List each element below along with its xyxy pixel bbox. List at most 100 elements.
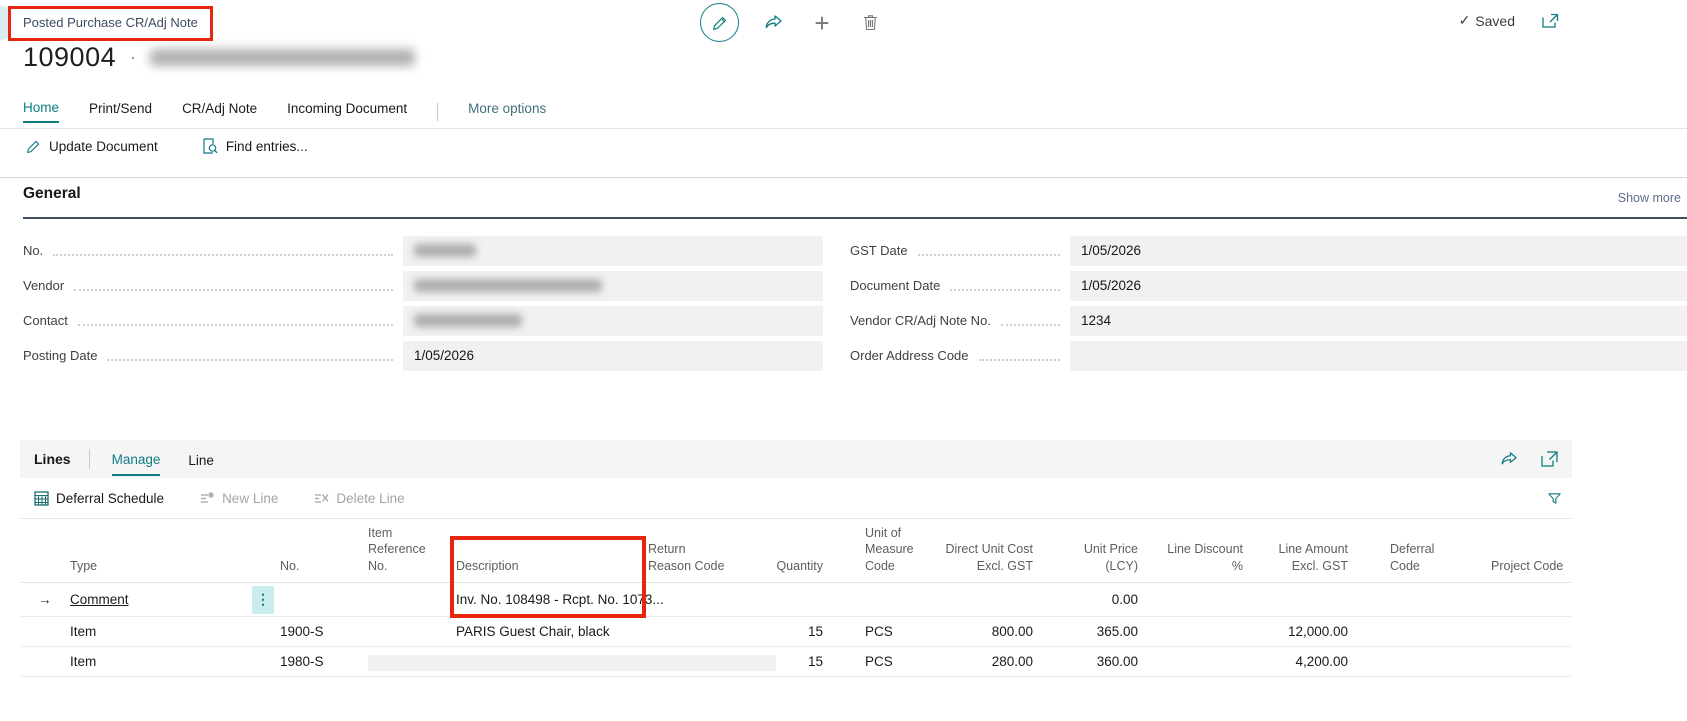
cell-deferral-code[interactable] <box>1360 646 1465 676</box>
column-header-no[interactable]: No. <box>262 519 350 582</box>
general-section-rule <box>23 217 1687 219</box>
column-header-project-code[interactable]: Project Code <box>1465 519 1572 582</box>
cell-project-code[interactable] <box>1465 616 1572 646</box>
delete-button[interactable] <box>857 10 883 36</box>
tab-incoming-document[interactable]: Incoming Document <box>287 101 407 122</box>
find-entries-icon <box>202 138 218 154</box>
cell-line-amount[interactable]: 12,000.00 <box>1255 616 1360 646</box>
general-section-title[interactable]: General <box>23 185 81 202</box>
column-header-unit-price[interactable]: Unit Price (LCY) <box>1045 519 1150 582</box>
cell-unit-price[interactable]: 365.00 <box>1045 616 1150 646</box>
field-value-posting-date[interactable]: 1/05/2026 <box>403 341 823 371</box>
cell-type[interactable]: Item <box>52 616 262 646</box>
lines-tab-line[interactable]: Line <box>188 444 214 475</box>
lines-share-button[interactable] <box>1500 451 1519 468</box>
redacted-value <box>414 244 476 257</box>
popout-button[interactable] <box>1542 13 1559 28</box>
tab-cr-adj-note[interactable]: CR/Adj Note <box>182 101 257 122</box>
deferral-schedule-button[interactable]: Deferral Schedule <box>34 491 164 506</box>
row-menu-button[interactable]: ⋮ <box>252 586 274 614</box>
cell-unit-of-measure-code[interactable] <box>835 582 940 616</box>
cell-type[interactable]: Comment <box>70 592 129 607</box>
cell-deferral-code[interactable] <box>1360 582 1465 616</box>
cell-direct-unit-cost[interactable]: 280.00 <box>940 646 1045 676</box>
column-header-type[interactable]: Type <box>52 519 262 582</box>
dotted-leader <box>950 287 1060 291</box>
field-label-gst-date: GST Date <box>850 243 908 258</box>
cell-line-discount[interactable] <box>1150 646 1255 676</box>
lines-expand-button[interactable] <box>1541 451 1558 467</box>
field-document-date: Document Date 1/05/2026 <box>850 268 1687 303</box>
column-header-quantity[interactable]: Quantity <box>735 519 835 582</box>
partial-field-box[interactable] <box>368 655 776 671</box>
cell-unit-price[interactable]: 0.00 <box>1045 582 1150 616</box>
cell-description[interactable]: Inv. No. 108498 - Rcpt. No. 1073... <box>438 582 630 616</box>
field-value-gst-date[interactable]: 1/05/2026 <box>1070 236 1687 266</box>
column-header-line-amount[interactable]: Line Amount Excl. GST <box>1255 519 1360 582</box>
table-row-comment: → Comment ⋮ Inv. No. 108498 - Rcpt. No. … <box>20 582 1572 616</box>
lines-tab-manage[interactable]: Manage <box>112 443 161 476</box>
cell-quantity[interactable] <box>735 582 835 616</box>
share-button[interactable] <box>761 10 787 36</box>
cell-project-code[interactable] <box>1465 582 1572 616</box>
add-button[interactable]: + <box>809 10 835 36</box>
cell-type[interactable]: Item <box>52 646 262 676</box>
cell-no[interactable]: 1900-S <box>262 616 350 646</box>
field-label-vendor: Vendor <box>23 278 64 293</box>
filter-icon[interactable] <box>1547 491 1562 506</box>
field-value-no[interactable] <box>403 236 823 266</box>
cell-direct-unit-cost[interactable]: 800.00 <box>940 616 1045 646</box>
column-header-direct-unit-cost[interactable]: Direct Unit Cost Excl. GST <box>940 519 1045 582</box>
dotted-leader <box>918 252 1060 256</box>
field-label-vendor-cr-adj-note-no: Vendor CR/Adj Note No. <box>850 313 991 328</box>
cell-deferral-code[interactable] <box>1360 616 1465 646</box>
page-action-icons: + <box>700 3 883 42</box>
find-entries-button[interactable]: Find entries... <box>202 138 308 154</box>
delete-line-label: Delete Line <box>336 491 404 506</box>
field-label-document-date: Document Date <box>850 278 940 293</box>
cell-quantity[interactable]: 15 <box>735 616 835 646</box>
column-header-return-reason-code[interactable]: Return Reason Code <box>630 519 735 582</box>
cell-description[interactable]: PARIS Guest Chair, black <box>438 616 630 646</box>
cell-line-amount[interactable] <box>1255 582 1360 616</box>
title-separator: · <box>130 47 136 68</box>
action-bar: Update Document Find entries... <box>26 138 308 154</box>
dotted-leader <box>107 357 393 361</box>
cell-unit-of-measure-code[interactable]: PCS <box>835 616 940 646</box>
cell-no[interactable]: 1980-S <box>262 646 350 676</box>
column-header-line-discount[interactable]: Line Discount % <box>1150 519 1255 582</box>
tab-home[interactable]: Home <box>23 100 59 123</box>
dotted-leader <box>78 322 393 326</box>
dotted-leader <box>979 357 1060 361</box>
cell-return-reason-code[interactable] <box>630 616 735 646</box>
cell-line-discount[interactable] <box>1150 582 1255 616</box>
edit-button[interactable] <box>700 3 739 42</box>
cell-line-discount[interactable] <box>1150 616 1255 646</box>
column-header-item-reference-no[interactable]: Item Reference No. <box>350 519 438 582</box>
tab-print-send[interactable]: Print/Send <box>89 101 152 122</box>
cell-unit-of-measure-code[interactable]: PCS <box>835 646 940 676</box>
field-value-vendor-cr-adj-note-no[interactable]: 1234 <box>1070 306 1687 336</box>
field-value-vendor[interactable] <box>403 271 823 301</box>
cell-direct-unit-cost[interactable] <box>940 582 1045 616</box>
field-value-order-address-code[interactable] <box>1070 341 1687 371</box>
cell-unit-price[interactable]: 360.00 <box>1045 646 1150 676</box>
section-divider <box>0 177 1687 178</box>
annotation-box-caption: Posted Purchase CR/Adj Note <box>8 6 213 41</box>
popout-icon <box>1542 13 1559 28</box>
show-more-link[interactable]: Show more <box>1618 191 1681 205</box>
cell-item-reference-no[interactable] <box>350 616 438 646</box>
cell-line-amount[interactable]: 4,200.00 <box>1255 646 1360 676</box>
column-header-unit-of-measure-code[interactable]: Unit of Measure Code <box>835 519 940 582</box>
field-label-no: No. <box>23 243 43 258</box>
cell-project-code[interactable] <box>1465 646 1572 676</box>
cell-item-reference-no[interactable] <box>350 582 438 616</box>
column-header-deferral-code[interactable]: Deferral Code <box>1360 519 1465 582</box>
cell-no[interactable] <box>262 582 350 616</box>
column-header-description[interactable]: Description <box>438 519 630 582</box>
field-value-document-date[interactable]: 1/05/2026 <box>1070 271 1687 301</box>
field-value-contact[interactable] <box>403 306 823 336</box>
tab-divider <box>437 103 438 121</box>
more-options-button[interactable]: More options <box>468 101 546 122</box>
update-document-button[interactable]: Update Document <box>26 139 158 154</box>
